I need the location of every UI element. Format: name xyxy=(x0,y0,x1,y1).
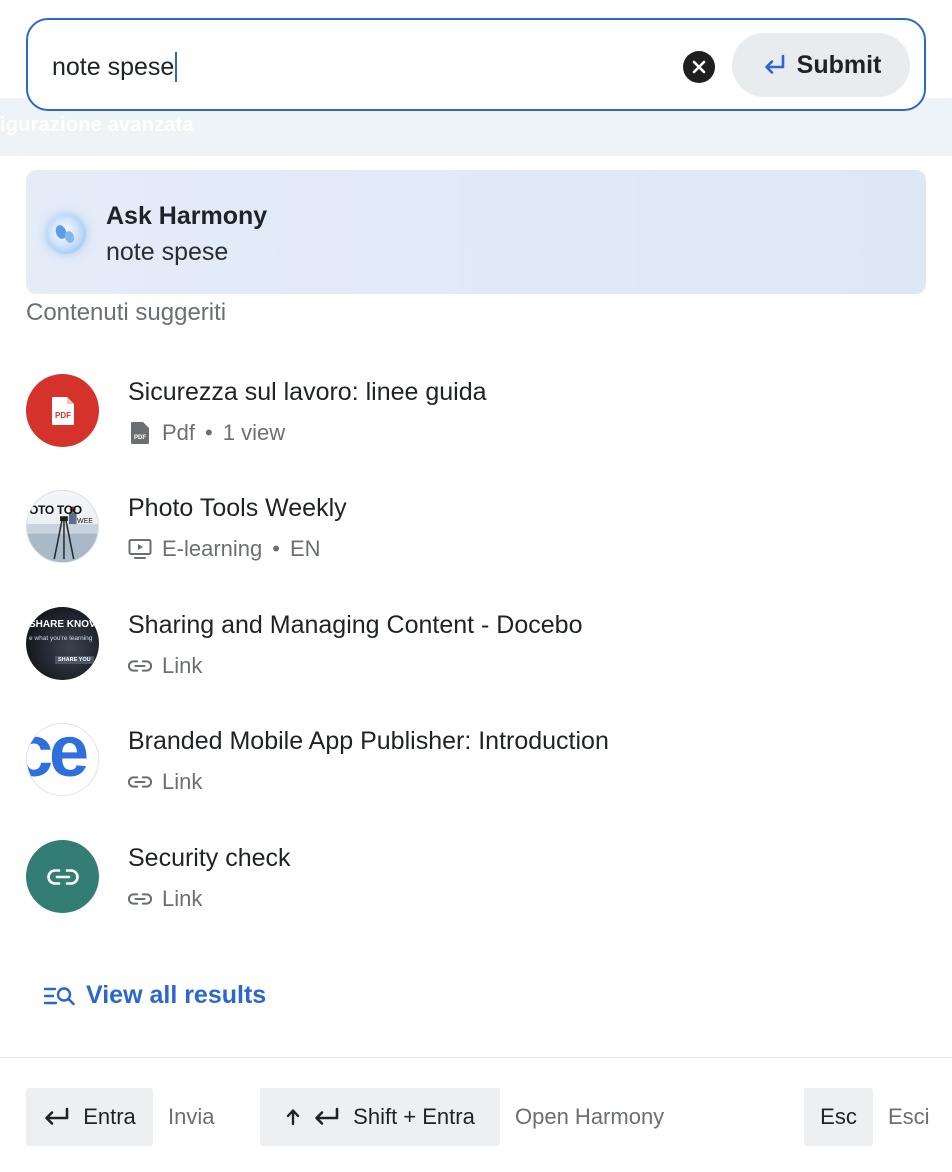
submit-button[interactable]: Submit xyxy=(732,33,910,97)
esc-key-label: Esc xyxy=(820,1104,857,1129)
clear-search-button[interactable] xyxy=(683,51,715,83)
thumb-button-text: SHARE YOU xyxy=(55,656,94,664)
thumb-text: OTO TOO xyxy=(29,503,82,517)
meta-separator: • xyxy=(205,420,213,445)
link-icon xyxy=(128,654,152,678)
thumb-subtext: WEE xyxy=(77,518,93,525)
enter-key-description: Invia xyxy=(168,1104,215,1129)
shift-enter-key-label: Shift + Entra xyxy=(353,1104,475,1129)
result-title: Sharing and Managing Content - Docebo xyxy=(128,611,583,639)
monitor-play-icon xyxy=(128,537,152,561)
result-title: Branded Mobile App Publisher: Introducti… xyxy=(128,727,609,755)
enter-arrow-icon xyxy=(45,1107,69,1125)
ask-harmony-title: Ask Harmony xyxy=(106,202,268,230)
svg-text:PDF: PDF xyxy=(55,411,71,420)
photo-thumbnail: OTO TOO WEE xyxy=(26,490,99,563)
result-type: Pdf xyxy=(162,420,196,445)
esc-key-description: Esci xyxy=(888,1104,930,1129)
enter-key-label: Entra xyxy=(83,1104,136,1129)
result-title: Sicurezza sul lavoro: linee guida xyxy=(128,378,487,406)
close-icon xyxy=(692,60,706,74)
result-meta: E-learning • EN xyxy=(128,536,321,562)
ask-harmony-query: note spese xyxy=(106,238,229,266)
thumb-text: SHARE KNOV xyxy=(29,619,96,630)
result-item[interactable]: OTO TOO WEE Photo Tools Weekly E-learnin… xyxy=(26,490,926,578)
result-language: EN xyxy=(289,536,321,561)
view-all-label: View all results xyxy=(86,981,267,1009)
result-meta: Link xyxy=(128,886,202,912)
result-views: 1 view xyxy=(222,420,286,445)
result-meta: Link xyxy=(128,653,202,679)
enter-key-hint: Entra xyxy=(26,1088,153,1146)
search-bar: note spese Submit xyxy=(26,18,926,111)
footer-divider xyxy=(0,1057,952,1058)
text-caret xyxy=(175,52,177,82)
result-item[interactable]: Security check Link xyxy=(26,840,926,928)
link-icon xyxy=(128,887,152,911)
meta-separator: • xyxy=(272,536,280,561)
suggested-content-heading: Contenuti suggeriti xyxy=(26,299,227,326)
result-type: Link xyxy=(162,653,203,678)
shift-enter-key-description: Open Harmony xyxy=(515,1104,665,1129)
share-knowledge-thumbnail: SHARE KNOV e what you're learning SHARE … xyxy=(26,607,99,680)
search-panel: note spese Submit Ask Harmony note spese… xyxy=(0,0,952,1172)
result-item[interactable]: PDF Sicurezza sul lavoro: linee guida PD… xyxy=(26,374,926,462)
search-input-value: note spese xyxy=(52,52,175,81)
ce-logo-thumbnail: ce xyxy=(26,723,99,796)
view-all-results-link[interactable]: View all results xyxy=(44,981,266,1010)
thumb-logo-text: ce xyxy=(27,723,89,792)
submit-label: Submit xyxy=(796,50,882,79)
result-meta: Link xyxy=(128,769,202,795)
result-type: E-learning xyxy=(162,536,263,561)
result-type: Link xyxy=(162,769,203,794)
result-meta: PDF Pdf • 1 view xyxy=(128,420,285,446)
link-icon xyxy=(26,840,99,913)
pdf-icon: PDF xyxy=(26,374,99,447)
shift-arrow-icon xyxy=(286,1109,300,1126)
list-search-icon xyxy=(44,986,75,1005)
svg-text:PDF: PDF xyxy=(134,435,146,441)
result-type: Link xyxy=(162,886,203,911)
pdf-file-icon: PDF xyxy=(128,421,152,445)
thumb-subtext: e what you're learning xyxy=(29,635,93,642)
result-item[interactable]: ce Branded Mobile App Publisher: Introdu… xyxy=(26,723,926,811)
harmony-orb-icon xyxy=(46,214,86,254)
shift-enter-key-hint: Shift + Entra xyxy=(260,1088,500,1146)
result-item[interactable]: SHARE KNOV e what you're learning SHARE … xyxy=(26,607,926,695)
link-icon xyxy=(128,770,152,794)
enter-arrow-icon xyxy=(764,54,784,74)
ask-harmony-option[interactable]: Ask Harmony note spese xyxy=(26,170,926,294)
result-title: Security check xyxy=(128,844,291,872)
search-input[interactable]: note spese xyxy=(52,52,177,82)
result-title: Photo Tools Weekly xyxy=(128,494,347,522)
enter-arrow-icon xyxy=(315,1107,339,1125)
esc-key-hint: Esc xyxy=(804,1088,873,1146)
